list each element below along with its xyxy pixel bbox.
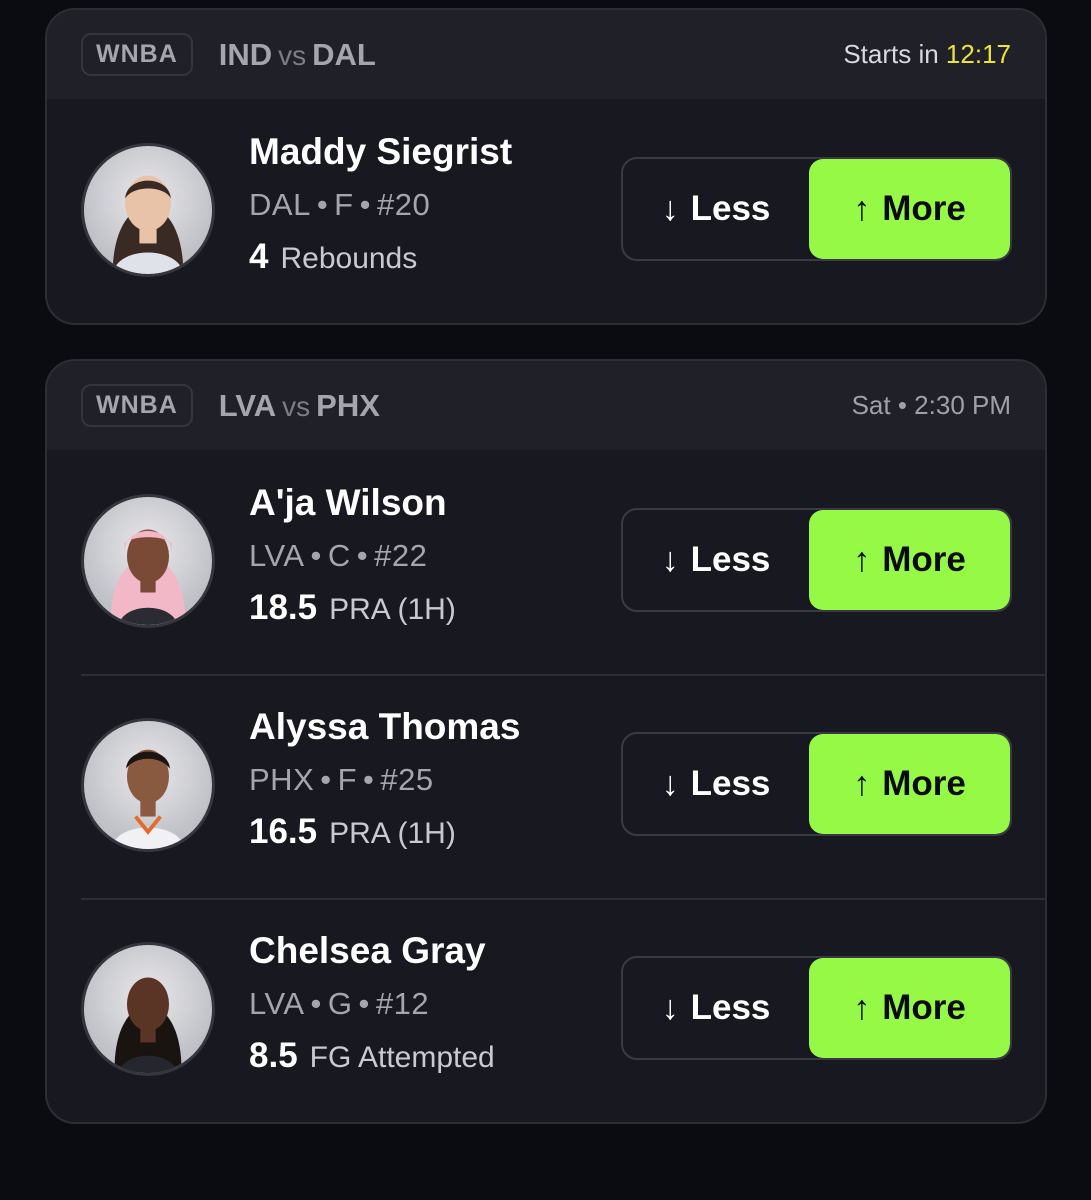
less-button[interactable]: ↓ Less: [623, 958, 809, 1058]
player-meta: LVA • C • #22: [249, 538, 428, 573]
matchup: LVA vs PHX: [219, 388, 380, 424]
player-number: #12: [375, 986, 430, 1021]
projection-value: 8.5: [249, 1036, 298, 1075]
player-info: Chelsea Gray LVA • G • #12 8.5 FG Attempted: [249, 928, 495, 1078]
projection-value: 18.5: [249, 588, 318, 627]
player-position: G: [327, 986, 353, 1021]
projection-stat: PRA (1H): [329, 817, 456, 850]
more-button[interactable]: ↑ More: [809, 159, 1010, 259]
less-label: Less: [690, 764, 771, 803]
more-button[interactable]: ↑ More: [809, 734, 1010, 834]
player-position: C: [327, 538, 351, 573]
arrow-up-icon: ↑: [853, 988, 871, 1027]
matchup: IND vs DAL: [219, 37, 376, 73]
less-label: Less: [690, 540, 771, 579]
game-start-time: Sat • 2:30 PM: [851, 390, 1011, 420]
more-label: More: [882, 189, 966, 228]
player-row[interactable]: Alyssa Thomas PHX • F • #25 16.5 PRA (1H) ↓ Le…: [47, 674, 1045, 898]
projection-value: 16.5: [249, 812, 318, 851]
player-avatar: [81, 494, 215, 628]
arrow-up-icon: ↑: [853, 189, 871, 228]
player-info: A'ja Wilson LVA • C • #22 18.5 PRA (1H): [249, 480, 456, 630]
player-name: A'ja Wilson: [249, 482, 447, 523]
player-info: Maddy Siegrist DAL • F • #20 4 Rebounds: [249, 129, 512, 279]
player-meta: DAL • F • #20: [249, 187, 431, 222]
player-number: #22: [374, 538, 428, 573]
player-avatar: [81, 143, 215, 277]
arrow-down-icon: ↓: [661, 540, 679, 579]
game-card: WNBA IND vs DAL Starts in 12:17 Maddy Si…: [45, 8, 1047, 325]
player-number: #20: [376, 187, 431, 222]
projection-line: 8.5 FG Attempted: [249, 1036, 495, 1078]
player-avatar: [81, 942, 215, 1076]
game-header[interactable]: WNBA IND vs DAL Starts in 12:17: [47, 10, 1045, 99]
projections-feed: WNBA IND vs DAL Starts in 12:17 Maddy Si…: [45, 8, 1047, 1158]
projection-stat: Rebounds: [280, 242, 418, 275]
player-team: LVA: [249, 986, 305, 1021]
vs-label: vs: [282, 390, 311, 422]
league-badge: WNBA: [81, 384, 193, 427]
player-row[interactable]: A'ja Wilson LVA • C • #22 18.5 PRA (1H) ↓ Less…: [47, 450, 1045, 674]
more-button[interactable]: ↑ More: [809, 958, 1010, 1058]
player-position: F: [334, 187, 354, 222]
player-team: DAL: [249, 187, 311, 222]
more-button[interactable]: ↑ More: [809, 510, 1010, 610]
arrow-down-icon: ↓: [661, 988, 679, 1027]
less-button[interactable]: ↓ Less: [623, 159, 809, 259]
player-meta: PHX • F • #25: [249, 762, 434, 797]
more-label: More: [882, 540, 966, 579]
player-name: Chelsea Gray: [249, 930, 486, 971]
pick-toggle: ↓ Less ↑ More: [621, 157, 1012, 261]
team-b: PHX: [316, 387, 380, 423]
player-info: Alyssa Thomas PHX • F • #25 16.5 PRA (1H): [249, 704, 520, 854]
team-a: LVA: [218, 387, 277, 423]
player-name: Alyssa Thomas: [249, 706, 521, 747]
game-start-time: Starts in 12:17: [843, 39, 1011, 70]
arrow-down-icon: ↓: [661, 189, 679, 228]
player-number: #25: [380, 762, 434, 797]
player-position: F: [337, 762, 358, 797]
league-badge: WNBA: [81, 33, 193, 76]
player-name: Maddy Siegrist: [249, 131, 513, 172]
less-label: Less: [690, 988, 771, 1027]
more-label: More: [882, 764, 966, 803]
player-avatar: [81, 718, 215, 852]
projection-stat: FG Attempted: [309, 1041, 495, 1074]
player-team: LVA: [249, 538, 305, 573]
player-meta: LVA • G • #12: [249, 986, 430, 1021]
arrow-up-icon: ↑: [853, 764, 871, 803]
projection-line: 18.5 PRA (1H): [249, 588, 456, 630]
game-header[interactable]: WNBA LVA vs PHX Sat • 2:30 PM: [47, 361, 1045, 450]
projection-line: 16.5 PRA (1H): [249, 812, 520, 854]
time-prefix: Starts in: [843, 39, 939, 69]
game-card: WNBA LVA vs PHX Sat • 2:30 PM A'ja Wilson: [45, 359, 1047, 1124]
team-a: IND: [218, 36, 273, 72]
pick-toggle: ↓ Less ↑ More: [621, 508, 1012, 612]
less-button[interactable]: ↓ Less: [623, 734, 809, 834]
projection-line: 4 Rebounds: [249, 237, 512, 279]
arrow-up-icon: ↑: [853, 540, 871, 579]
less-label: Less: [690, 189, 771, 228]
less-button[interactable]: ↓ Less: [623, 510, 809, 610]
arrow-down-icon: ↓: [661, 764, 679, 803]
player-row[interactable]: Maddy Siegrist DAL • F • #20 4 Rebounds ↓ Less…: [47, 99, 1045, 323]
player-team: PHX: [249, 762, 315, 797]
countdown: 12:17: [945, 39, 1011, 69]
team-b: DAL: [312, 36, 376, 72]
pick-toggle: ↓ Less ↑ More: [621, 732, 1012, 836]
projection-value: 4: [249, 237, 269, 276]
projection-stat: PRA (1H): [329, 593, 456, 626]
player-row[interactable]: Chelsea Gray LVA • G • #12 8.5 FG Attempted ↓…: [47, 898, 1045, 1122]
pick-toggle: ↓ Less ↑ More: [621, 956, 1012, 1060]
more-label: More: [882, 988, 966, 1027]
vs-label: vs: [278, 39, 307, 71]
